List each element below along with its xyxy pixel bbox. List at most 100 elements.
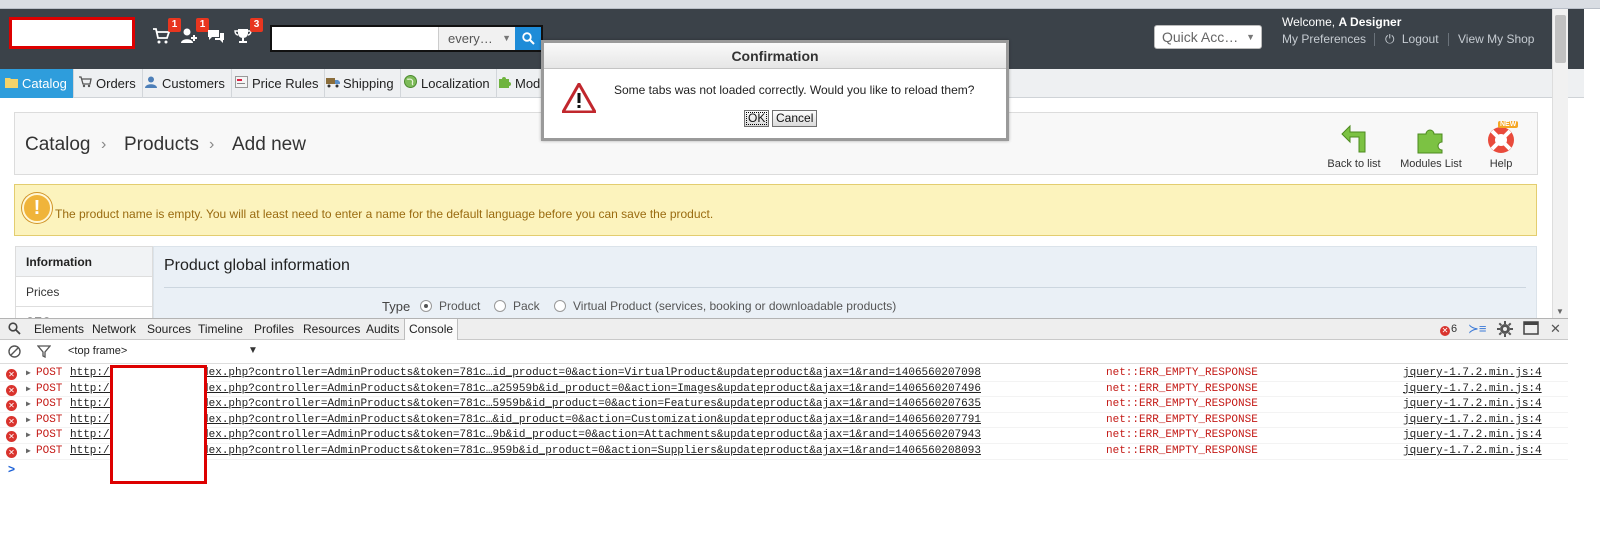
- search-bar: every… ▼: [270, 25, 543, 52]
- tab-shipping[interactable]: Shipping: [321, 69, 401, 98]
- expand-triangle-icon[interactable]: ▶: [26, 382, 31, 398]
- logout-link[interactable]: ⏻ Logout: [1385, 32, 1439, 47]
- exclamation-icon: !: [22, 193, 52, 223]
- logout-label: Logout: [1401, 32, 1439, 46]
- user-icon: [145, 70, 160, 99]
- search-button[interactable]: [515, 27, 541, 50]
- chevron-down-icon[interactable]: ▼: [248, 345, 258, 356]
- source-link[interactable]: jquery-1.7.2.min.js:4: [1403, 397, 1542, 413]
- shop-logo[interactable]: [9, 17, 135, 49]
- scroll-down-arrow-icon[interactable]: ▼: [1556, 307, 1564, 316]
- devtools-tab-sources[interactable]: Sources: [146, 319, 192, 340]
- request-method: POST: [36, 398, 63, 411]
- console-row[interactable]: ✕ ▶ POST http:// admin0574/index.php?contro…: [0, 428, 1568, 444]
- error-message: net::ERR_EMPTY_RESPONSE: [1106, 445, 1258, 457]
- tab-customers[interactable]: Customers: [140, 69, 232, 98]
- type-virtual-radio[interactable]: [554, 300, 566, 312]
- view-my-shop-link[interactable]: View My Shop: [1458, 32, 1534, 46]
- console-row[interactable]: ✕ ▶ POST http:// admin0574/index.php?contro…: [0, 382, 1568, 398]
- tab-label: Localization: [421, 76, 490, 91]
- request-method: POST: [36, 413, 63, 426]
- chevron-right-icon: ›: [101, 136, 107, 153]
- tab-catalog[interactable]: Catalog: [0, 69, 74, 98]
- expand-triangle-icon[interactable]: ▶: [26, 366, 31, 382]
- my-preferences-link[interactable]: My Preferences: [1282, 32, 1366, 46]
- request-method: POST: [36, 382, 63, 395]
- console-row[interactable]: ✕ ▶ POST http:// admin0574/index.php?contro…: [0, 366, 1568, 382]
- filter-icon[interactable]: [36, 345, 52, 361]
- trophy-notifications[interactable]: 3: [232, 18, 263, 49]
- devtools-tab-timeline[interactable]: Timeline: [197, 319, 244, 340]
- devtools-tab-audits[interactable]: Audits: [365, 319, 400, 340]
- devtools-tab-resources[interactable]: Resources: [302, 319, 361, 340]
- execute-context-icon[interactable]: ≻≡: [1468, 321, 1486, 337]
- expand-triangle-icon[interactable]: ▶: [26, 444, 31, 460]
- close-icon[interactable]: ✕: [1550, 321, 1561, 337]
- console-filter-bar: <top frame> ▼: [0, 341, 1568, 364]
- lifebuoy-icon: NEW: [1485, 121, 1519, 155]
- help-button[interactable]: NEW Help: [1468, 121, 1534, 170]
- puzzle-icon: [1415, 123, 1447, 155]
- clear-console-icon[interactable]: [8, 345, 21, 361]
- expand-triangle-icon[interactable]: ▶: [26, 428, 31, 444]
- gear-icon[interactable]: [1497, 321, 1513, 340]
- side-tab-prices[interactable]: Prices: [16, 277, 152, 307]
- quick-access-label: Quick Acc…: [1162, 29, 1239, 45]
- search-scope-select[interactable]: every… ▼: [438, 27, 516, 50]
- page-scrollbar[interactable]: ▼: [1552, 9, 1568, 318]
- tab-label: Shipping: [343, 76, 394, 91]
- type-product-radio[interactable]: [420, 300, 432, 312]
- console-row[interactable]: ✕ ▶ POST http:// admin0574/index.php?contro…: [0, 444, 1568, 460]
- scrollbar-thumb[interactable]: [1555, 15, 1566, 63]
- devtools-tab-elements[interactable]: Elements: [33, 319, 85, 340]
- error-count[interactable]: ✕ 6: [1440, 323, 1457, 336]
- source-link[interactable]: jquery-1.7.2.min.js:4: [1403, 366, 1542, 382]
- devtools-tab-profiles[interactable]: Profiles: [253, 319, 295, 340]
- console-row[interactable]: ✕ ▶ POST http:// admin0574/index.php?contro…: [0, 397, 1568, 413]
- back-to-list-button[interactable]: Back to list: [1321, 123, 1387, 170]
- source-link[interactable]: jquery-1.7.2.min.js:4: [1403, 428, 1542, 444]
- cart-notifications[interactable]: 1: [150, 18, 181, 49]
- dialog-message: Some tabs was not loaded correctly. Woul…: [614, 83, 975, 97]
- dock-icon[interactable]: [1523, 321, 1539, 338]
- back-arrow-icon: [1338, 123, 1370, 155]
- tab-orders[interactable]: Orders: [74, 69, 143, 98]
- warning-text: The product name is empty. You will at l…: [55, 207, 714, 221]
- chevron-down-icon: ▼: [1246, 32, 1255, 42]
- expand-triangle-icon[interactable]: ▶: [26, 413, 31, 429]
- devtools-toolbar: Elements Network Sources Timeline Profil…: [0, 318, 1568, 340]
- side-tab-seo[interactable]: SEO: [16, 307, 152, 318]
- search-input[interactable]: [274, 29, 436, 48]
- expand-triangle-icon[interactable]: ▶: [26, 397, 31, 413]
- side-tab-information[interactable]: Information: [16, 247, 152, 277]
- source-link[interactable]: jquery-1.7.2.min.js:4: [1403, 413, 1542, 429]
- devtools-tab-console[interactable]: Console: [404, 319, 459, 340]
- message-notifications[interactable]: [205, 27, 227, 49]
- breadcrumb-products[interactable]: Products: [124, 134, 199, 156]
- customer-notifications[interactable]: 1: [178, 18, 209, 49]
- frame-selector[interactable]: <top frame>: [68, 345, 127, 357]
- quick-access-select[interactable]: Quick Acc… ▼: [1154, 25, 1262, 49]
- source-link[interactable]: jquery-1.7.2.min.js:4: [1403, 444, 1542, 460]
- modules-list-label: Modules List: [1400, 158, 1462, 170]
- type-product-label: Product: [439, 299, 481, 313]
- breadcrumb-catalog[interactable]: Catalog: [25, 134, 91, 156]
- cancel-button[interactable]: Cancel: [772, 110, 818, 127]
- devtools-tab-network[interactable]: Network: [91, 319, 137, 340]
- modules-list-button[interactable]: Modules List: [1398, 123, 1464, 170]
- error-icon: ✕: [6, 447, 17, 458]
- error-message: net::ERR_EMPTY_RESPONSE: [1106, 398, 1258, 411]
- ok-button[interactable]: OK: [744, 110, 770, 127]
- search-icon[interactable]: [8, 322, 21, 338]
- tab-localization[interactable]: Localization: [399, 69, 497, 98]
- type-pack-radio[interactable]: [494, 300, 506, 312]
- error-message: net::ERR_EMPTY_RESPONSE: [1106, 413, 1258, 426]
- tab-price-rules[interactable]: Price Rules: [230, 69, 326, 98]
- source-link[interactable]: jquery-1.7.2.min.js:4: [1403, 382, 1542, 398]
- search-icon: [521, 30, 535, 46]
- error-icon: ✕: [6, 400, 17, 412]
- console-row[interactable]: ✕ ▶ POST http:// admin0574/index.php?contro…: [0, 413, 1568, 429]
- error-icon: ✕: [6, 431, 17, 443]
- browser-tabstrip: [0, 0, 1600, 9]
- console-prompt[interactable]: >: [8, 462, 15, 476]
